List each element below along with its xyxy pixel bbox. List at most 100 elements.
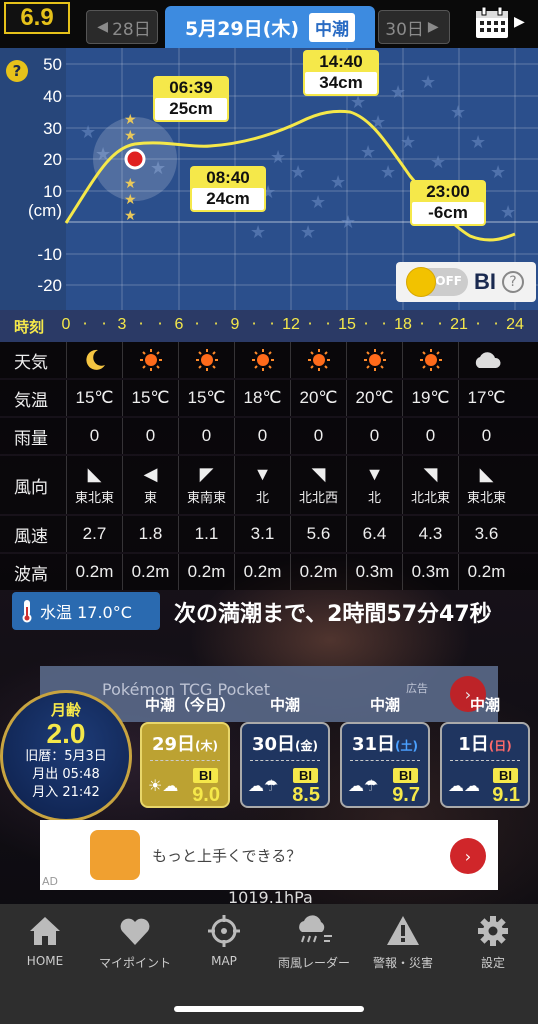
nav-home[interactable]: HOME — [0, 914, 90, 968]
ad-banner-2[interactable]: AD もっと上手くできる？ › — [40, 820, 498, 890]
home-icon — [30, 917, 60, 945]
tide-type-badge: 中潮 — [309, 12, 356, 42]
svg-text:★: ★ — [124, 192, 137, 208]
tide-callout-low2: 23:00 -6cm — [410, 180, 486, 226]
moon-icon — [66, 342, 122, 378]
bi-switch[interactable]: OFF — [406, 267, 468, 297]
switch-state: OFF — [435, 274, 462, 288]
switch-knob — [406, 267, 436, 297]
bi-value: 9.1 — [492, 784, 520, 806]
rainfall-cell: 0 — [458, 418, 514, 454]
ad-mark: AD — [42, 875, 58, 888]
nav-label: HOME — [26, 954, 64, 968]
svg-text:★: ★ — [490, 162, 506, 183]
y-tick-50: 50 — [43, 55, 62, 74]
day-card-date: 31日 — [351, 734, 396, 755]
moonset-time: 月入 21:42 — [32, 785, 100, 800]
tide-label: 中潮 — [270, 696, 301, 714]
day-card[interactable]: 31日(土) ☁☂ BI 9.7 — [340, 722, 430, 808]
weather-table: 天気 気温 15℃ 15℃ 15℃ 18℃ 20℃ 20℃ 19℃ 17℃ 雨量… — [0, 342, 538, 592]
nav-label: 雨風レーダー — [277, 956, 350, 970]
time-tick: 15 — [338, 316, 356, 333]
temperature-cell: 15℃ — [178, 380, 234, 416]
svg-text:★: ★ — [310, 192, 326, 213]
wind-arrow-icon: ◣ — [87, 463, 102, 484]
time-tick: 21 — [450, 316, 468, 333]
bi-label: BI — [474, 269, 496, 294]
row-header: 風向 — [14, 477, 48, 498]
tide-callout-mid: 08:40 24cm — [190, 166, 266, 212]
wind-direction-cell: ▼ 北 — [346, 456, 402, 514]
chart-help-icon[interactable]: ? — [6, 60, 28, 82]
temperature-cell: 15℃ — [122, 380, 178, 416]
prev-day-tab[interactable]: ◀ 28日 — [86, 10, 158, 44]
svg-text:★: ★ — [400, 132, 416, 153]
crosshair-icon — [208, 915, 240, 947]
day-card[interactable]: 1日(日) ☁☁ BI 9.1 — [440, 722, 530, 808]
nav-settings[interactable]: 設定 — [448, 914, 538, 971]
svg-text:★: ★ — [340, 212, 356, 233]
bi-value: 8.5 — [292, 784, 320, 806]
divider — [150, 760, 220, 761]
svg-text:★: ★ — [124, 112, 137, 128]
tide-label: 中潮（今日） — [145, 696, 236, 714]
current-date: 5月29日(木) — [184, 17, 300, 40]
callout-value: 25cm — [155, 98, 227, 120]
svg-text:★: ★ — [300, 222, 316, 243]
time-dot: · — [363, 314, 369, 333]
ad-arrow-button[interactable]: › — [450, 838, 486, 874]
wave-height-cell: 0.3m — [346, 554, 402, 590]
sun-icon — [122, 342, 178, 378]
bi-value: 9.7 — [392, 784, 420, 806]
rainfall-cell: 0 — [178, 418, 234, 454]
time-dot: · — [493, 314, 499, 333]
bi-toggle[interactable]: OFF BI ? — [396, 262, 536, 302]
sun-icon — [290, 342, 346, 378]
wind-direction-label: 東北東 — [466, 490, 506, 506]
sun-icon — [178, 342, 234, 378]
time-dot: · — [475, 314, 481, 333]
next-day-tab[interactable]: 30日 ▶ — [378, 10, 450, 44]
y-tick-minus20: -20 — [37, 276, 62, 295]
nav-radar[interactable]: 雨風レーダー — [269, 914, 359, 971]
svg-text:★: ★ — [420, 72, 436, 93]
day-card-date: 1日 — [458, 734, 489, 755]
wind-direction-row: 風向 ◣ 東北東 ◀ 東 ◤ 東南東 ▼ 北 ◥ 北北西 ▼ 北 ◥ 北北東 ◣ 東北東 — [0, 456, 538, 514]
svg-text:★: ★ — [250, 222, 266, 243]
callout-time: 23:00 — [426, 182, 470, 201]
wind-direction-cell: ◥ 北北西 — [290, 456, 346, 514]
home-indicator — [174, 1006, 364, 1012]
rainfall-cell: 0 — [122, 418, 178, 454]
wind-direction-label: 東 — [143, 490, 157, 506]
nav-alerts[interactable]: 警報・災害 — [358, 914, 448, 971]
calendar-arrow-icon: ▶ — [514, 14, 525, 30]
row-header: 風速 — [14, 526, 48, 547]
rainfall-cell: 0 — [66, 418, 122, 454]
wind-direction-cell: ◀ 東 — [122, 456, 178, 514]
divider — [350, 760, 420, 761]
current-date-tab[interactable]: 5月29日(木) 中潮 — [165, 6, 375, 48]
temperature-cell: 19℃ — [402, 380, 458, 416]
callout-value: -6cm — [412, 202, 484, 224]
nav-map[interactable]: MAP — [179, 914, 269, 968]
calendar-icon[interactable] — [474, 6, 510, 40]
row-header: 気温 — [14, 390, 48, 411]
nav-mypoint[interactable]: マイポイント — [90, 914, 180, 971]
nav-label: MAP — [211, 954, 237, 968]
temperature-cell: 20℃ — [346, 380, 402, 416]
moon-age-label: 月齢 — [50, 701, 81, 719]
day-card[interactable]: 30日(金) ☁☂ BI 8.5 — [240, 722, 330, 808]
day-card-today[interactable]: 29日(木) ☀☁ BI 9.0 — [140, 722, 230, 808]
wind-direction-label: 東南東 — [186, 490, 226, 506]
time-label: 時刻 — [14, 318, 45, 336]
moon-age-badge[interactable]: 月齢 2.0 旧暦：5月3日 月出 05:48 月入 21:42 — [0, 690, 132, 822]
nav-label: 設定 — [480, 956, 505, 970]
bi-help-icon[interactable]: ? — [502, 271, 524, 293]
svg-text:★: ★ — [290, 162, 306, 183]
cloud-umbrella-icon: ☁☂ — [348, 776, 379, 795]
prev-day-label: 28日 — [112, 19, 151, 40]
ad-text: もっと上手くできる？ — [152, 846, 302, 865]
bi-tag: BI — [393, 768, 418, 783]
rainfall-cell: 0 — [234, 418, 290, 454]
time-tick: 0 — [61, 316, 71, 333]
